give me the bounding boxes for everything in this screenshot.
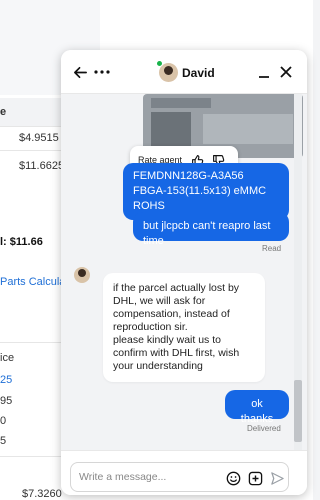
- more-options-icon[interactable]: [93, 60, 111, 84]
- message-list: Rate agent FEMDNN128G-A3A56 FBGA-153(11.…: [61, 94, 307, 450]
- scrollbar-thumb[interactable]: [294, 380, 302, 442]
- agent-avatar-small: [74, 267, 90, 283]
- message-text: ok thanks: [240, 398, 274, 425]
- minimize-icon[interactable]: [256, 60, 272, 84]
- close-icon[interactable]: [278, 60, 294, 84]
- bottom-price: $7.3260: [22, 488, 62, 500]
- chat-widget: David Rate agent FEMDNN128G-A3A56 FBGA-1…: [61, 50, 307, 495]
- outgoing-message: but jlcpcb can't reapro last time: [133, 212, 289, 247]
- list-value: 0: [0, 415, 7, 427]
- list-value-link[interactable]: 25: [0, 374, 12, 386]
- message-text: but jlcpcb can't reapro last time: [143, 220, 271, 247]
- add-attachment-icon[interactable]: [247, 470, 263, 486]
- outgoing-message: ok thanks: [225, 390, 289, 425]
- list-value: 5: [0, 435, 7, 447]
- list-value: 95: [0, 395, 13, 407]
- total-label: l: $11.66: [0, 236, 43, 248]
- back-arrow-icon[interactable]: [71, 60, 89, 84]
- emoji-icon[interactable]: [225, 470, 241, 486]
- composer: [61, 450, 307, 495]
- agent-name: David: [182, 66, 215, 80]
- chat-header: David: [61, 50, 307, 94]
- message-line: FBGA-153(11.5x13) eMMC ROHS: [133, 185, 267, 212]
- price-value: $4.9515: [19, 132, 59, 144]
- send-icon[interactable]: [269, 470, 285, 486]
- online-status-dot: [156, 60, 163, 67]
- scrollbar[interactable]: [294, 94, 302, 450]
- read-status: Read: [262, 244, 282, 253]
- price-value: $11.6625: [19, 160, 65, 172]
- column-header-text: e: [0, 106, 7, 118]
- message-line: FEMDNN128G-A3A56: [133, 170, 244, 182]
- delivered-status: Delivered: [247, 424, 281, 433]
- incoming-message: if the parcel actually lost by DHL, we w…: [103, 273, 265, 382]
- price-header-text: ice: [0, 352, 15, 364]
